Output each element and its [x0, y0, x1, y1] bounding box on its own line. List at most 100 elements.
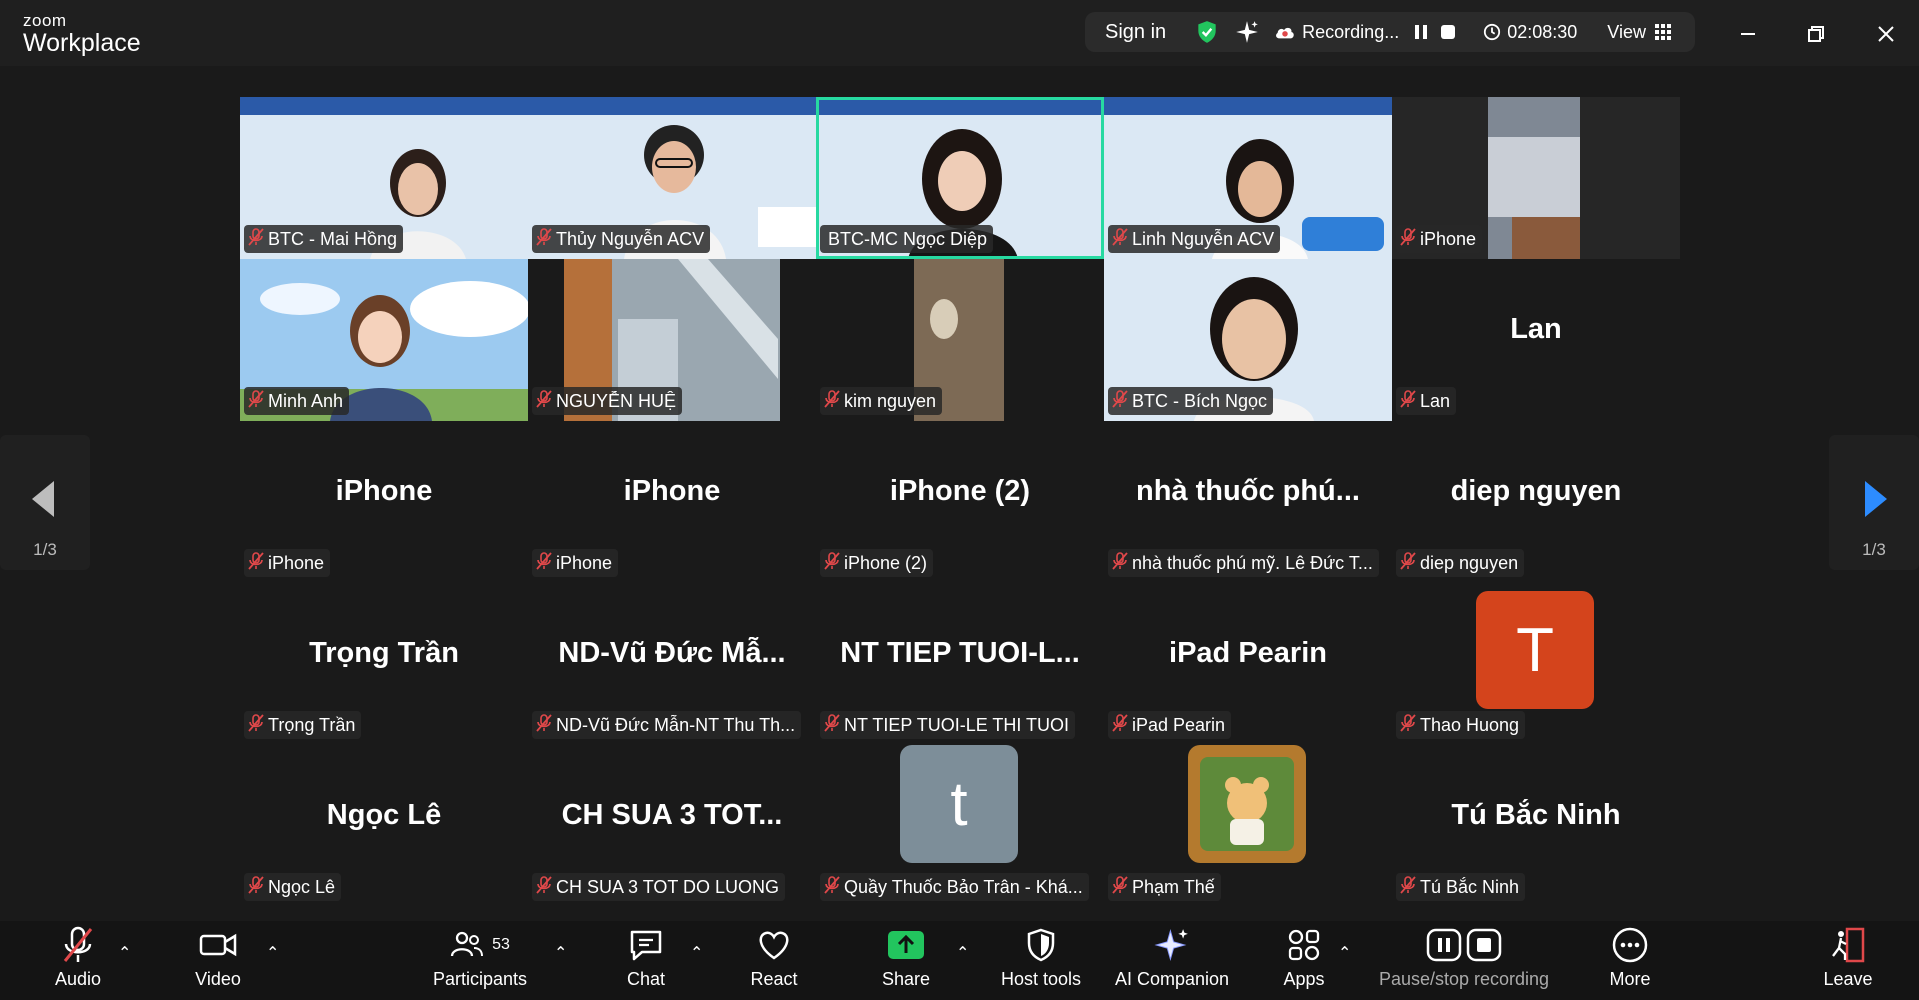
- participant-name: Thao Huong: [1420, 714, 1520, 735]
- participant-tile[interactable]: iPhone iPhone: [528, 421, 816, 583]
- participant-tile[interactable]: Ngọc Lê Ngọc Lê: [240, 745, 528, 907]
- host-tools-button[interactable]: Host tools: [996, 921, 1086, 1000]
- participant-name-tag: Quầy Thuốc Bảo Trân - Khá...: [820, 873, 1089, 901]
- participant-tile[interactable]: kim nguyen: [816, 259, 1104, 421]
- view-button[interactable]: View: [1607, 22, 1672, 43]
- participant-name: Thủy Nguyễn ACV: [556, 228, 705, 249]
- participant-name: CH SUA 3 TOT DO LUONG: [556, 876, 780, 897]
- muted-mic-icon: [248, 551, 264, 575]
- react-button[interactable]: React: [742, 921, 806, 1000]
- chat-bubble-icon: [630, 930, 662, 961]
- previous-page-button[interactable]: 1/3: [0, 435, 90, 570]
- share-button[interactable]: Share: [874, 921, 938, 1000]
- participant-tile-active-speaker[interactable]: BTC-MC Ngọc Diệp: [816, 97, 1104, 259]
- leave-door-icon: [1832, 927, 1865, 963]
- participant-tile[interactable]: Tú Bắc Ninh Tú Bắc Ninh: [1392, 745, 1680, 907]
- muted-mic-icon: [824, 389, 840, 413]
- chat-button[interactable]: Chat: [614, 921, 678, 1000]
- participant-tile[interactable]: iPad Pearin iPad Pearin: [1104, 583, 1392, 745]
- muted-mic-icon: [824, 713, 840, 737]
- participant-name-tag: Linh Nguyễn ACV: [1108, 225, 1281, 253]
- pause-recording-icon[interactable]: [1413, 23, 1429, 41]
- participant-tile[interactable]: Lan Lan: [1392, 259, 1680, 421]
- participant-name: Ngọc Lê: [268, 876, 336, 897]
- encryption-shield-icon[interactable]: [1194, 19, 1220, 45]
- participant-name: nhà thuốc phú mỹ. Lê Đức T...: [1132, 552, 1373, 573]
- chevron-right-icon: [1865, 481, 1887, 517]
- leave-button[interactable]: Leave: [1816, 921, 1880, 1000]
- participant-tile[interactable]: diep nguyen diep nguyen: [1392, 421, 1680, 583]
- restore-icon[interactable]: [1798, 16, 1834, 52]
- view-label: View: [1607, 21, 1646, 42]
- participant-name-tag: Thao Huong: [1396, 711, 1526, 739]
- participant-tile[interactable]: Linh Nguyễn ACV: [1104, 97, 1392, 259]
- clock-icon: [1484, 23, 1501, 41]
- pause-stop-recording-button[interactable]: Pause/stop recording: [1374, 921, 1554, 1000]
- sign-in-button[interactable]: Sign in: [1105, 21, 1166, 44]
- timer-value: 02:08:30: [1507, 21, 1578, 42]
- video-options-chevron-icon[interactable]: ⌃: [266, 943, 279, 963]
- muted-mic-icon: [248, 713, 264, 737]
- participant-display-name: CH SUA 3 TOT...: [561, 799, 783, 831]
- participant-name-tag: Phạm Thế: [1108, 873, 1221, 901]
- audio-options-chevron-icon[interactable]: ⌃: [118, 943, 131, 963]
- muted-mic-icon: [1400, 227, 1416, 251]
- muted-mic-icon: [536, 389, 552, 413]
- more-button[interactable]: More: [1598, 921, 1662, 1000]
- participant-name: BTC - Bích Ngọc: [1132, 390, 1268, 411]
- participant-tile[interactable]: t Quầy Thuốc Bảo Trân - Khá...: [816, 745, 1104, 907]
- participant-tile[interactable]: CH SUA 3 TOT... CH SUA 3 TOT DO LUONG: [528, 745, 816, 907]
- participant-display-name: iPhone: [623, 475, 721, 507]
- ai-sparkle-icon[interactable]: [1234, 19, 1260, 45]
- zoom-logo: zoom Workplace: [23, 12, 141, 56]
- apps-button[interactable]: Apps: [1272, 921, 1336, 1000]
- participant-name-tag: Trọng Trần: [244, 711, 362, 739]
- participant-name-tag: kim nguyen: [820, 387, 943, 415]
- participants-button[interactable]: 53 Participants: [430, 921, 530, 1000]
- muted-mic-icon: [536, 713, 552, 737]
- participant-tile[interactable]: Minh Anh: [240, 259, 528, 421]
- muted-mic-icon: [824, 875, 840, 899]
- avatar: T: [1476, 591, 1594, 709]
- stop-recording-icon[interactable]: [1439, 23, 1457, 41]
- participant-tile[interactable]: T Thao Huong: [1392, 583, 1680, 745]
- participant-name-tag: Ngọc Lê: [244, 873, 342, 901]
- participant-tile[interactable]: iPhone: [1392, 97, 1680, 259]
- chat-options-chevron-icon[interactable]: ⌃: [690, 943, 703, 963]
- participant-display-name: Lan: [1510, 313, 1562, 345]
- participant-tile[interactable]: iPhone (2) iPhone (2): [816, 421, 1104, 583]
- meeting-timer: 02:08:30: [1483, 22, 1577, 43]
- participant-tile[interactable]: Trọng Trần Trọng Trần: [240, 583, 528, 745]
- participant-tile[interactable]: iPhone iPhone: [240, 421, 528, 583]
- grid-view-icon: [1655, 24, 1671, 40]
- recording-indicator[interactable]: Recording...: [1274, 22, 1399, 43]
- participant-name-tag: diep nguyen: [1396, 549, 1525, 577]
- share-options-chevron-icon[interactable]: ⌃: [956, 943, 969, 963]
- participant-name-tag: NGUYỄN HUỆ: [532, 387, 683, 415]
- close-icon[interactable]: [1868, 16, 1904, 52]
- participant-tile[interactable]: Phạm Thế: [1104, 745, 1392, 907]
- react-label: React: [750, 969, 798, 989]
- participant-tile[interactable]: nhà thuốc phú... nhà thuốc phú mỹ. Lê Đứ…: [1104, 421, 1392, 583]
- minimize-icon[interactable]: [1730, 16, 1766, 52]
- participants-options-chevron-icon[interactable]: ⌃: [554, 943, 567, 963]
- participant-name-tag: iPhone: [1396, 225, 1483, 253]
- next-page-button[interactable]: 1/3: [1829, 435, 1919, 570]
- participant-name: Phạm Thế: [1132, 876, 1215, 897]
- participant-tile[interactable]: NT TIEP TUOI-L... NT TIEP TUOI-LE THI TU…: [816, 583, 1104, 745]
- participant-name-tag: iPhone (2): [820, 549, 934, 577]
- participant-tile[interactable]: BTC - Bích Ngọc: [1104, 259, 1392, 421]
- participants-count: 53: [492, 936, 510, 953]
- ai-companion-button[interactable]: AI Companion: [1112, 921, 1232, 1000]
- audio-button[interactable]: Audio: [46, 921, 110, 1000]
- title-bar: zoom Workplace Sign in Recording... 02:0…: [0, 0, 1919, 66]
- participant-name-tag: BTC-MC Ngọc Diệp: [820, 225, 994, 253]
- muted-mic-icon: [1112, 875, 1128, 899]
- participant-tile[interactable]: BTC - Mai Hồng: [240, 97, 528, 259]
- participant-tile[interactable]: NGUYỄN HUỆ: [528, 259, 816, 421]
- muted-mic-icon: [1400, 551, 1416, 575]
- apps-options-chevron-icon[interactable]: ⌃: [1338, 943, 1351, 963]
- video-button[interactable]: Video: [186, 921, 250, 1000]
- participant-tile[interactable]: ND-Vũ Đức Mẫ... ND-Vũ Đức Mẫn-NT Thu Th.…: [528, 583, 816, 745]
- participant-tile[interactable]: Thủy Nguyễn ACV: [528, 97, 816, 259]
